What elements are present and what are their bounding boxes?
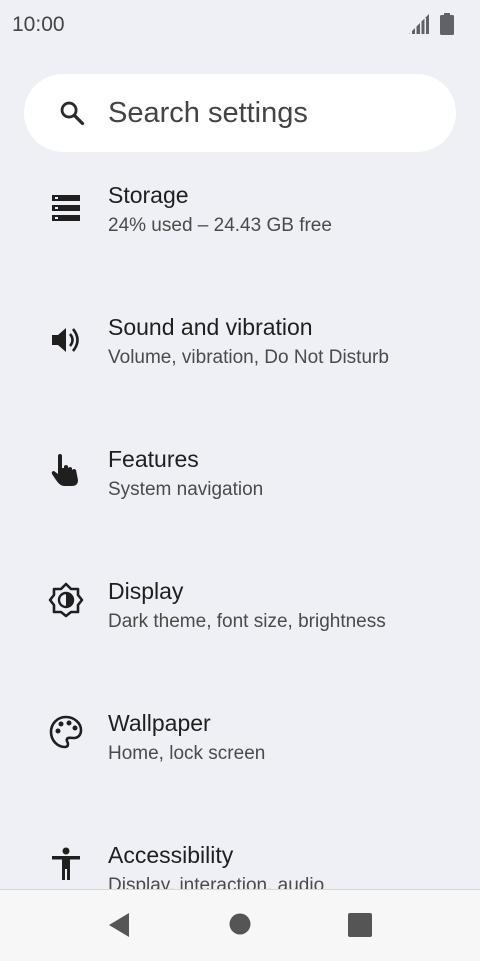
settings-list: Storage 24% used – 24.43 GB free Sound a… — [0, 160, 480, 889]
settings-item-subtitle: Volume, vibration, Do Not Disturb — [108, 347, 389, 368]
settings-item-subtitle: Home, lock screen — [108, 743, 266, 764]
battery-icon — [440, 13, 454, 35]
settings-item-subtitle: Dark theme, font size, brightness — [108, 611, 386, 632]
settings-item-title: Display — [108, 578, 184, 604]
settings-item-accessibility[interactable]: Accessibility Display, interaction, audi… — [0, 820, 480, 889]
status-bar: 10:00 — [0, 0, 480, 50]
status-icons — [408, 13, 454, 35]
settings-item-title: Features — [108, 446, 199, 472]
home-icon — [229, 913, 251, 935]
navigation-bar — [0, 889, 480, 961]
recents-icon — [348, 913, 372, 937]
settings-item-title: Accessibility — [108, 842, 234, 868]
gesture-hand-icon — [51, 454, 78, 486]
back-icon — [109, 913, 129, 937]
palette-icon — [49, 715, 83, 749]
storage-icon — [52, 195, 80, 221]
signal-icon — [409, 14, 429, 34]
settings-item-sound-and-vibration[interactable]: Sound and vibration Volume, vibration, D… — [0, 292, 480, 424]
back-button[interactable] — [80, 890, 160, 961]
volume-icon — [52, 328, 79, 352]
settings-item-features[interactable]: Features System navigation — [0, 424, 480, 556]
settings-item-title: Storage — [108, 182, 189, 208]
search-bar[interactable]: Search settings — [24, 74, 456, 152]
brightness-icon — [48, 582, 84, 618]
settings-item-title: Sound and vibration — [108, 314, 313, 340]
recents-button[interactable] — [320, 890, 400, 961]
settings-item-title: Wallpaper — [108, 710, 211, 736]
search-icon — [60, 101, 85, 126]
settings-item-storage[interactable]: Storage 24% used – 24.43 GB free — [0, 160, 480, 292]
settings-list-viewport[interactable]: Storage 24% used – 24.43 GB free Sound a… — [0, 160, 480, 889]
settings-item-display[interactable]: Display Dark theme, font size, brightnes… — [0, 556, 480, 688]
settings-item-subtitle: 24% used – 24.43 GB free — [108, 215, 332, 236]
status-time: 10:00 — [12, 13, 65, 36]
home-button[interactable] — [200, 890, 280, 961]
search-placeholder: Search settings — [108, 97, 308, 129]
accessibility-icon — [52, 847, 80, 880]
settings-item-wallpaper[interactable]: Wallpaper Home, lock screen — [0, 688, 480, 820]
settings-item-subtitle: System navigation — [108, 479, 264, 500]
settings-item-subtitle: Display, interaction, audio — [108, 875, 325, 889]
